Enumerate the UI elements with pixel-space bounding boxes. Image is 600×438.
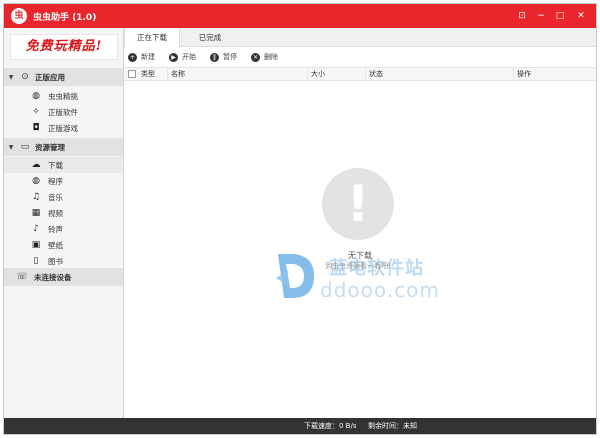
apps-icon: ⊙	[21, 72, 29, 82]
tab-bar: 正在下载 已完成	[124, 28, 596, 48]
sidebar-item-wallpapers[interactable]: ▣ 壁纸	[4, 237, 123, 253]
window-title: 虫虫助手 (1.0)	[33, 13, 97, 23]
title-bar[interactable]: 虫 虫虫助手 (1.0) ⊡ − □ ✕	[4, 4, 596, 28]
sidebar-item-featured[interactable]: ◍ 虫虫精挑	[4, 88, 123, 104]
collapse-arrow-icon: ▼	[8, 143, 14, 151]
empty-warning-icon: !	[322, 168, 394, 240]
column-name[interactable]: 名称	[168, 68, 308, 80]
sidebar-item-label: 虫虫精挑	[48, 91, 78, 101]
maximize-button[interactable]: □	[551, 8, 569, 24]
play-icon: ▶	[169, 52, 178, 62]
tab-downloading[interactable]: 正在下载	[124, 28, 180, 48]
column-type[interactable]: 类型	[138, 68, 168, 80]
globe-icon: ◍	[32, 91, 40, 101]
start-label: 开始	[182, 53, 196, 61]
remaining-time: 剩余时间：未知	[368, 422, 417, 430]
devices-label: 未连接设备	[34, 272, 72, 282]
sidebar-group-label: 资源管理	[35, 142, 65, 152]
app-logo-icon: 虫	[11, 8, 27, 24]
toolbar: + 新建 ▶ 开始 ‖ 暂停 ✕ 删除	[124, 48, 596, 66]
sidebar-item-software[interactable]: ✧ 正版软件	[4, 104, 123, 120]
column-status[interactable]: 状态	[366, 68, 514, 80]
menu-button[interactable]: ⊡	[513, 8, 531, 24]
sidebar-item-label: 下载	[48, 160, 63, 170]
book-icon: ▯	[33, 256, 39, 266]
status-bar: 下载速度：0 B/s 剩余时间：未知	[4, 418, 596, 434]
image-icon: ▣	[31, 240, 41, 250]
collapse-arrow-icon: ▼	[8, 73, 14, 81]
table-header: 类型 名称 大小 状态 操作	[124, 67, 596, 81]
window-controls: ⊡ − □ ✕	[512, 8, 592, 24]
sidebar-item-label: 音乐	[48, 192, 63, 202]
film-icon: ▦	[31, 208, 41, 218]
app-window: 虫 虫虫助手 (1.0) ⊡ − □ ✕ 免费玩精品! ▼ ⊙ 正版应用 ◍ 虫…	[3, 3, 597, 435]
column-size[interactable]: 大小	[308, 68, 366, 80]
sidebar-item-music[interactable]: ♫ 音乐	[4, 189, 123, 205]
sidebar-item-label: 正版软件	[48, 107, 78, 117]
close-button[interactable]: ✕	[570, 8, 592, 24]
sidebar-item-games[interactable]: ◘ 正版游戏	[4, 120, 123, 136]
sidebar-item-videos[interactable]: ▦ 视频	[4, 205, 123, 221]
sidebar-item-label: 程序	[48, 176, 63, 186]
globe-icon: ◍	[32, 176, 40, 186]
column-actions[interactable]: 操作	[514, 68, 596, 80]
start-button[interactable]: ▶ 开始	[169, 52, 196, 62]
sidebar-group-label: 正版应用	[35, 72, 65, 82]
sidebar-item-programs[interactable]: ◍ 程序	[4, 173, 123, 189]
watermark-url: ddooo.com	[320, 278, 440, 302]
star-icon: ✧	[32, 107, 40, 117]
pause-label: 暂停	[223, 53, 237, 61]
gamepad-icon: ◘	[32, 123, 40, 133]
headphones-icon: ♫	[31, 192, 41, 202]
tab-completed[interactable]: 已完成	[182, 28, 238, 47]
sidebar-item-books[interactable]: ▯ 图书	[4, 253, 123, 269]
delete-icon: ✕	[251, 52, 260, 62]
phone-icon: ☏	[16, 272, 28, 282]
sidebar-group-apps[interactable]: ▼ ⊙ 正版应用	[4, 68, 123, 86]
monitor-icon: ▭	[20, 142, 30, 152]
main-panel: 正在下载 已完成 + 新建 ▶ 开始 ‖ 暂停 ✕ 删除 类型 名称 大小 状态…	[124, 28, 596, 418]
new-button[interactable]: + 新建	[128, 52, 155, 62]
sidebar-item-label: 铃声	[48, 224, 63, 234]
pause-icon: ‖	[210, 52, 219, 62]
sidebar-item-label: 正版游戏	[48, 123, 78, 133]
sidebar-item-ringtones[interactable]: ♪ 铃声	[4, 221, 123, 237]
delete-label: 删除	[264, 53, 278, 61]
cloud-download-icon: ☁	[31, 160, 41, 170]
sidebar-group-resources[interactable]: ▼ ▭ 资源管理	[4, 138, 123, 156]
minimize-button[interactable]: −	[532, 8, 550, 24]
sidebar-item-label: 壁纸	[48, 240, 63, 250]
sidebar-item-label: 视频	[48, 208, 63, 218]
plus-icon: +	[128, 52, 137, 62]
empty-title: 无下载	[348, 251, 372, 260]
sidebar-item-label: 图书	[48, 256, 63, 266]
new-label: 新建	[141, 53, 155, 61]
download-speed: 下载速度：0 B/s	[304, 422, 357, 430]
sidebar-item-downloads[interactable]: ☁ 下载	[4, 157, 123, 173]
pause-button[interactable]: ‖ 暂停	[210, 52, 237, 62]
delete-button[interactable]: ✕ 删除	[251, 52, 278, 62]
sidebar-devices[interactable]: ☏ 未连接设备	[4, 268, 123, 286]
brand-slogan: 免费玩精品!	[10, 34, 118, 60]
sidebar: 免费玩精品! ▼ ⊙ 正版应用 ◍ 虫虫精挑 ✧ 正版软件 ◘ 正版游戏 ▼ ▭…	[4, 28, 124, 418]
empty-hint-link[interactable]: 到虫虫资源看一看吧！	[124, 261, 596, 271]
select-all-checkbox[interactable]	[128, 70, 136, 78]
music-note-icon: ♪	[33, 224, 39, 234]
